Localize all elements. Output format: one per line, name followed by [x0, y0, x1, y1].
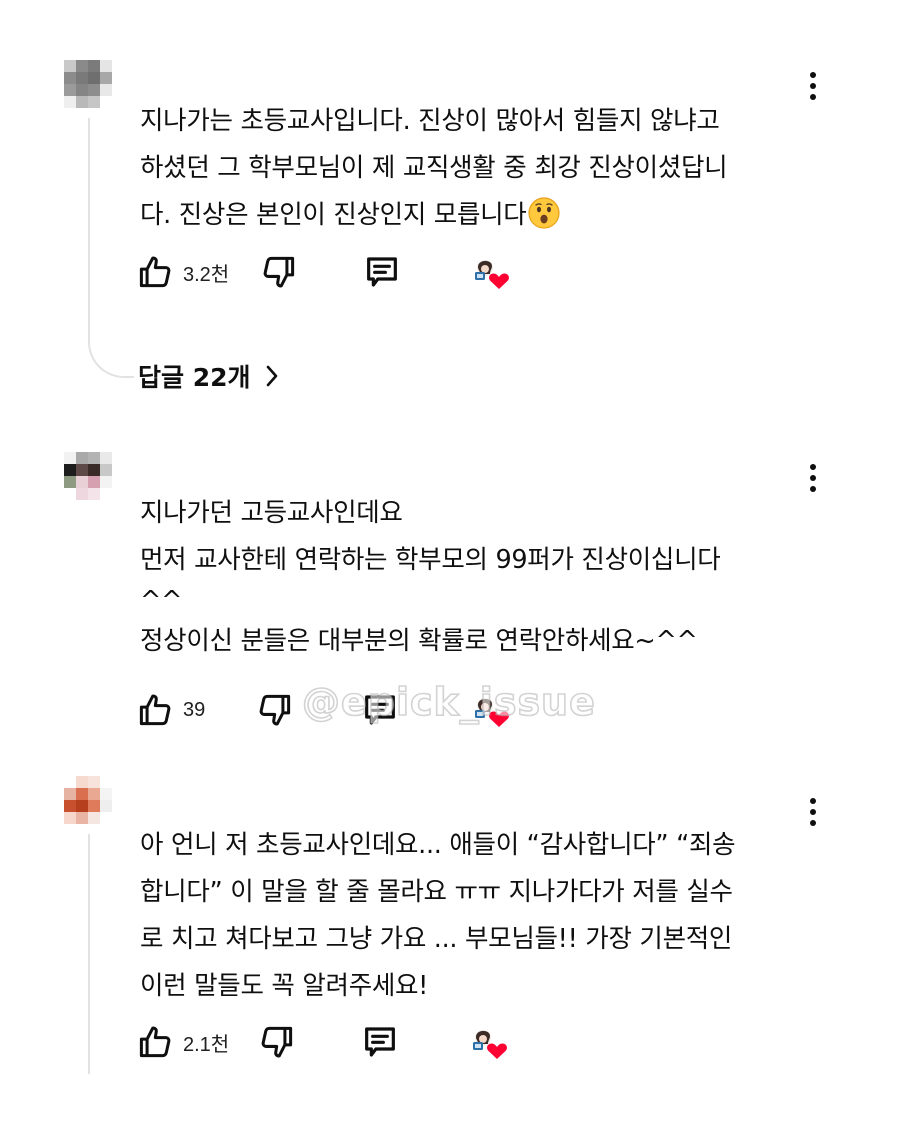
thread-line	[88, 834, 90, 1074]
thumbs-up-icon	[136, 1023, 174, 1061]
comment-line: 지나가는 초등교사입니다. 진상이 많아서 힘들지 않냐고	[140, 106, 720, 136]
dislike-button[interactable]	[258, 1022, 296, 1062]
creator-heart-icon	[470, 692, 510, 728]
comment-actions: 3.2천	[136, 252, 536, 292]
comment-actions: 39	[136, 690, 536, 730]
thread-connector	[88, 296, 134, 378]
creator-heart-icon	[470, 254, 510, 290]
surprised-face-icon	[528, 197, 560, 229]
like-button[interactable]: 39	[136, 690, 205, 730]
comment-line-with-emoji: 다. 진상은 본인이 진상인지 모릅니다	[140, 192, 800, 239]
avatar[interactable]	[64, 60, 112, 108]
like-button[interactable]: 3.2천	[136, 252, 229, 292]
reply-comment-icon	[360, 690, 400, 730]
comment-text: 지나가던 고등교사인데요 먼저 교사한테 연락하는 학부모의 99퍼가 진상이십…	[140, 490, 800, 665]
thread-line	[88, 118, 90, 298]
reply-comment-icon	[362, 252, 402, 292]
like-count: 39	[183, 698, 206, 721]
avatar[interactable]	[64, 776, 112, 824]
comment-line: 합니다” 이 말을 할 줄 몰라요 ㅠㅠ 지나가다가 저를 실수	[140, 877, 733, 907]
replies-count-label: 답글 22개	[138, 363, 251, 392]
more-options-icon[interactable]	[801, 794, 825, 830]
like-button[interactable]: 2.1천	[136, 1022, 229, 1062]
comment-line: 지나가던 고등교사인데요	[140, 498, 403, 528]
comment-line: 다. 진상은 본인이 진상인지 모릅니다	[140, 200, 527, 230]
comment-text: 아 언니 저 초등교사인데요... 애들이 “감사합니다” “죄송 합니다” 이…	[140, 822, 800, 1010]
thumbs-up-icon	[136, 253, 174, 291]
thumbs-up-icon	[136, 691, 174, 729]
comment-text: 지나가는 초등교사입니다. 진상이 많아서 힘들지 않냐고 하셨던 그 학부모님…	[140, 98, 800, 239]
comment-line: 이런 말들도 꼭 알려주세요!	[140, 971, 429, 1001]
dislike-button[interactable]	[256, 690, 294, 730]
chevron-right-icon	[266, 365, 277, 387]
more-options-icon[interactable]	[801, 68, 825, 104]
reply-button[interactable]	[362, 252, 402, 292]
reply-button[interactable]	[360, 690, 400, 730]
more-options-icon[interactable]	[801, 460, 825, 496]
comment-line: 아 언니 저 초등교사인데요... 애들이 “감사합니다” “죄송	[140, 830, 736, 860]
comment-line: 먼저 교사한테 연락하는 학부모의 99퍼가 진상이십니다	[140, 545, 721, 575]
comment-actions: 2.1천	[136, 1022, 536, 1062]
avatar[interactable]	[64, 452, 112, 500]
reply-button[interactable]	[360, 1022, 400, 1062]
replies-toggle-button[interactable]: 답글 22개	[138, 358, 279, 394]
creator-heart-icon	[468, 1024, 508, 1060]
like-count: 2.1천	[183, 1033, 230, 1056]
like-count: 3.2천	[183, 263, 230, 286]
thumbs-down-icon	[258, 1023, 296, 1061]
comment-line: 로 치고 쳐다보고 그냥 가요 ... 부모님들!! 가장 기본적인	[140, 924, 733, 954]
reply-comment-icon	[360, 1022, 400, 1062]
thumbs-down-icon	[256, 691, 294, 729]
comment-line: 정상이신 분들은 대부분의 확률로 연락안하세요~^^	[140, 626, 698, 656]
thumbs-down-icon	[260, 253, 298, 291]
dislike-button[interactable]	[260, 252, 298, 292]
comment-line: ^^	[140, 586, 183, 616]
comment-line: 하셨던 그 학부모님이 제 교직생활 중 최강 진상이셨답니	[140, 153, 728, 183]
